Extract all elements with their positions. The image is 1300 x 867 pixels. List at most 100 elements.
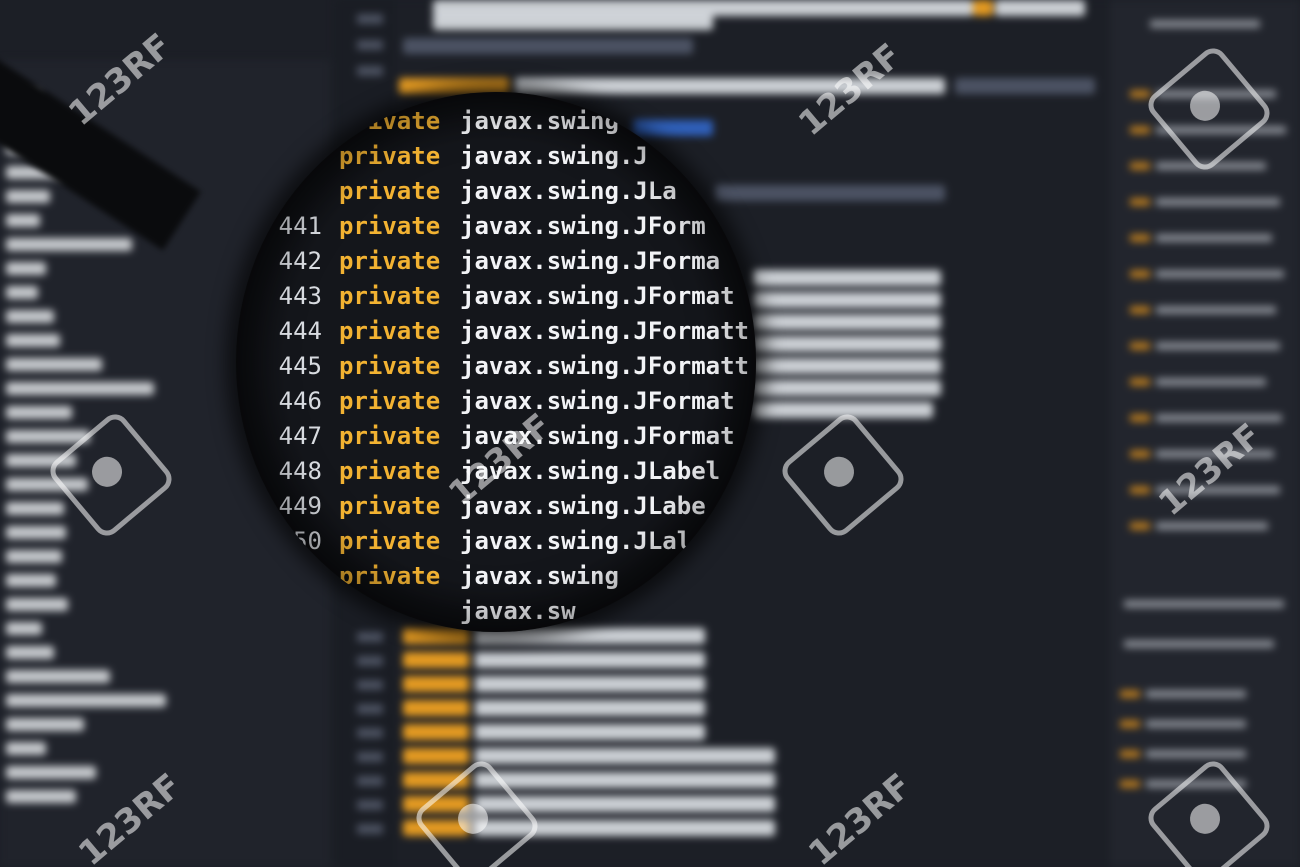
sidebar-row [6, 598, 68, 611]
sidebar-row [6, 214, 40, 227]
outline-row [1130, 450, 1150, 458]
code-token [403, 724, 469, 740]
outline-row [1146, 720, 1246, 728]
code-line: 449 private javax.swing.JLabe [236, 489, 756, 523]
gutter-number [357, 776, 383, 786]
watermark: 123RF [1150, 416, 1270, 524]
sidebar-row [6, 406, 72, 419]
magnified-code: private javax.swing private javax.swing.… [236, 92, 756, 632]
outline-row [1150, 20, 1260, 28]
outline-row [1156, 306, 1276, 314]
code-token [403, 700, 469, 716]
code-token [475, 724, 705, 740]
code-token [475, 700, 705, 716]
keyword: private [339, 422, 441, 450]
line-number: 450 [278, 527, 322, 555]
outline-row [1130, 414, 1150, 422]
gutter-number [357, 800, 383, 810]
code-line: private javax.swing [236, 104, 756, 138]
keyword: private [339, 492, 441, 520]
keyword: private [339, 317, 441, 345]
outline-row [1156, 198, 1280, 206]
keyword: private [339, 282, 441, 310]
outline-row [1130, 90, 1150, 98]
code-token [753, 314, 941, 330]
outline-row [1146, 750, 1246, 758]
keyword: private [339, 457, 441, 485]
code-text: javax.swing.JForm [460, 212, 706, 240]
outline-row [1130, 270, 1150, 278]
gutter-number [357, 66, 383, 76]
photo-scene: private javax.swing private javax.swing.… [0, 0, 1300, 867]
code-token [973, 0, 993, 16]
line-number: 441 [278, 212, 322, 240]
code-line: 444 private javax.swing.JFormatt [236, 314, 756, 348]
keyword: ate [339, 597, 383, 625]
line-number: 444 [278, 317, 322, 345]
sidebar-row [6, 766, 96, 779]
outline-row [1146, 690, 1246, 698]
sidebar-row [6, 286, 38, 299]
gutter-number [357, 680, 383, 690]
gutter-number [357, 824, 383, 834]
code-text: javax.swing [460, 562, 619, 590]
code-token [753, 292, 941, 308]
code-token [955, 78, 1095, 94]
outline-row [1120, 780, 1140, 788]
line-number: 445 [278, 352, 322, 380]
outline-row [1156, 270, 1284, 278]
code-token [753, 336, 941, 352]
sidebar-row [6, 694, 166, 707]
code-text: javax.swing.JForma [460, 247, 721, 275]
code-token [475, 748, 775, 764]
code-text: javax.swing [460, 107, 619, 135]
code-line: 450 private javax.swing.JLal [236, 524, 756, 558]
sidebar-row [6, 334, 60, 347]
keyword: private [339, 142, 441, 170]
outline-row [1124, 600, 1284, 608]
keyword: private [339, 352, 441, 380]
outline-row [1156, 342, 1280, 350]
outline-row [1130, 522, 1150, 530]
line-number: 448 [278, 457, 322, 485]
code-text: javax.swing.JLabe [460, 492, 706, 520]
sidebar-row [6, 262, 46, 275]
outline-row [1120, 720, 1140, 728]
code-text: javax.swing.JFormatt [460, 352, 749, 380]
gutter-number [357, 704, 383, 714]
sidebar-row [6, 790, 76, 803]
keyword: private [339, 527, 441, 555]
code-token [753, 358, 941, 374]
gutter-number [357, 728, 383, 738]
code-text: javax.swing.JLa [460, 177, 677, 205]
line-number: 449 [278, 492, 322, 520]
code-token [753, 270, 941, 286]
code-token [433, 14, 713, 30]
gutter-number [357, 40, 383, 50]
sidebar-row [6, 190, 50, 203]
watermark: 123RF [70, 766, 190, 867]
outline-row [1156, 414, 1282, 422]
code-text: javax.swing.JFormatt [460, 317, 749, 345]
sidebar-row [6, 742, 46, 755]
code-token [475, 772, 775, 788]
outline-row [1156, 522, 1268, 530]
outline-row [1156, 234, 1272, 242]
code-token [475, 652, 705, 668]
code-line: 441 private javax.swing.JForm [236, 209, 756, 243]
sidebar-row [6, 526, 66, 539]
sidebar-row [6, 718, 84, 731]
watermark: 123RF [60, 26, 180, 134]
outline-row [1156, 378, 1266, 386]
sidebar-row [6, 646, 54, 659]
code-line: 442 private javax.swing.JForma [236, 244, 756, 278]
keyword: private [339, 177, 441, 205]
outline-row [1130, 342, 1150, 350]
line-number: 443 [278, 282, 322, 310]
code-line: private javax.swing.J [236, 139, 756, 173]
outline-row [1130, 486, 1150, 494]
code-text: javax.swing.JLal [460, 527, 692, 555]
code-token [475, 676, 705, 692]
keyword: private [339, 212, 441, 240]
code-text: javax.swing.J [460, 142, 648, 170]
